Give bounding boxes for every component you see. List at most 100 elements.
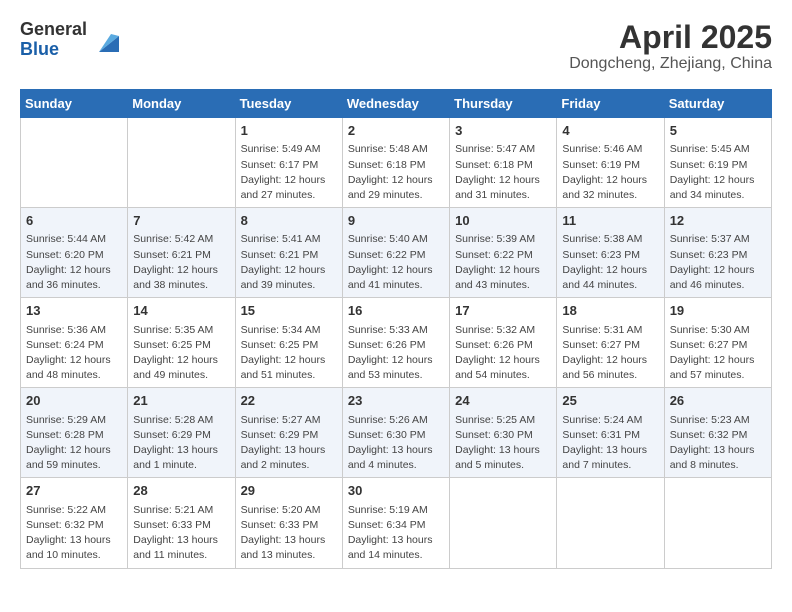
day-info: Sunrise: 5:38 AMSunset: 6:23 PMDaylight:… (562, 232, 658, 293)
calendar-cell: 13 Sunrise: 5:36 AMSunset: 6:24 PMDayligh… (21, 298, 128, 388)
day-number: 12 (670, 212, 766, 230)
calendar-week-4: 20 Sunrise: 5:29 AMSunset: 6:28 PMDayligh… (21, 388, 772, 478)
calendar-cell: 24Sunrise: 5:25 AMSunset: 6:30 PMDayligh… (450, 388, 557, 478)
weekday-header-monday: Monday (128, 90, 235, 118)
day-info: Sunrise: 5:22 AMSunset: 6:32 PMDaylight:… (26, 503, 122, 564)
day-info: Sunrise: 5:42 AMSunset: 6:21 PMDaylight:… (133, 232, 229, 293)
day-number: 15 (241, 302, 337, 320)
day-info: Sunrise: 5:35 AMSunset: 6:25 PMDaylight:… (133, 323, 229, 384)
calendar-cell: 23Sunrise: 5:26 AMSunset: 6:30 PMDayligh… (342, 388, 449, 478)
day-info: Sunrise: 5:34 AMSunset: 6:25 PMDaylight:… (241, 323, 337, 384)
day-number: 17 (455, 302, 551, 320)
calendar-cell (21, 118, 128, 208)
calendar-cell: 5 Sunrise: 5:45 AMSunset: 6:19 PMDaylight… (664, 118, 771, 208)
day-number: 20 (26, 392, 122, 410)
day-number: 11 (562, 212, 658, 230)
day-info: Sunrise: 5:45 AMSunset: 6:19 PMDaylight:… (670, 142, 766, 203)
day-number: 5 (670, 122, 766, 140)
day-info: Sunrise: 5:37 AMSunset: 6:23 PMDaylight:… (670, 232, 766, 293)
day-number: 2 (348, 122, 444, 140)
calendar-cell: 18 Sunrise: 5:31 AMSunset: 6:27 PMDayligh… (557, 298, 664, 388)
calendar-week-1: 1 Sunrise: 5:49 AMSunset: 6:17 PMDaylight… (21, 118, 772, 208)
day-info: Sunrise: 5:39 AMSunset: 6:22 PMDaylight:… (455, 232, 551, 293)
day-number: 1 (241, 122, 337, 140)
day-number: 13 (26, 302, 122, 320)
calendar-cell: 20 Sunrise: 5:29 AMSunset: 6:28 PMDayligh… (21, 388, 128, 478)
day-info: Sunrise: 5:29 AMSunset: 6:28 PMDaylight:… (26, 413, 122, 474)
calendar-cell: 9Sunrise: 5:40 AMSunset: 6:22 PMDaylight… (342, 208, 449, 298)
page-header: General Blue April 2025 Dongcheng, Zheji… (20, 20, 772, 73)
logo-general: General (20, 19, 87, 39)
day-number: 16 (348, 302, 444, 320)
calendar-week-3: 13 Sunrise: 5:36 AMSunset: 6:24 PMDayligh… (21, 298, 772, 388)
calendar-cell: 17Sunrise: 5:32 AMSunset: 6:26 PMDayligh… (450, 298, 557, 388)
calendar-cell: 3Sunrise: 5:47 AMSunset: 6:18 PMDaylight… (450, 118, 557, 208)
day-info: Sunrise: 5:23 AMSunset: 6:32 PMDaylight:… (670, 413, 766, 474)
day-number: 23 (348, 392, 444, 410)
calendar-cell: 22Sunrise: 5:27 AMSunset: 6:29 PMDayligh… (235, 388, 342, 478)
day-number: 10 (455, 212, 551, 230)
calendar-cell: 2 Sunrise: 5:48 AMSunset: 6:18 PMDaylight… (342, 118, 449, 208)
day-number: 7 (133, 212, 229, 230)
calendar-cell: 10 Sunrise: 5:39 AMSunset: 6:22 PMDayligh… (450, 208, 557, 298)
calendar-cell: 1 Sunrise: 5:49 AMSunset: 6:17 PMDaylight… (235, 118, 342, 208)
weekday-header-friday: Friday (557, 90, 664, 118)
day-number: 18 (562, 302, 658, 320)
calendar-cell: 21 Sunrise: 5:28 AMSunset: 6:29 PMDayligh… (128, 388, 235, 478)
day-info: Sunrise: 5:48 AMSunset: 6:18 PMDaylight:… (348, 142, 444, 203)
day-info: Sunrise: 5:24 AMSunset: 6:31 PMDaylight:… (562, 413, 658, 474)
day-number: 29 (241, 482, 337, 500)
day-number: 6 (26, 212, 122, 230)
calendar-cell: 8Sunrise: 5:41 AMSunset: 6:21 PMDaylight… (235, 208, 342, 298)
calendar-cell: 12 Sunrise: 5:37 AMSunset: 6:23 PMDayligh… (664, 208, 771, 298)
title-block: April 2025 Dongcheng, Zhejiang, China (569, 20, 772, 73)
calendar-cell: 25Sunrise: 5:24 AMSunset: 6:31 PMDayligh… (557, 388, 664, 478)
day-number: 27 (26, 482, 122, 500)
day-info: Sunrise: 5:31 AMSunset: 6:27 PMDaylight:… (562, 323, 658, 384)
calendar-cell (557, 478, 664, 568)
day-info: Sunrise: 5:21 AMSunset: 6:33 PMDaylight:… (133, 503, 229, 564)
weekday-header-thursday: Thursday (450, 90, 557, 118)
day-number: 3 (455, 122, 551, 140)
day-number: 30 (348, 482, 444, 500)
calendar-body: 1 Sunrise: 5:49 AMSunset: 6:17 PMDaylight… (21, 118, 772, 568)
calendar-header: SundayMondayTuesdayWednesdayThursdayFrid… (21, 90, 772, 118)
day-number: 28 (133, 482, 229, 500)
calendar-cell: 15 Sunrise: 5:34 AMSunset: 6:25 PMDayligh… (235, 298, 342, 388)
weekday-header-row: SundayMondayTuesdayWednesdayThursdayFrid… (21, 90, 772, 118)
calendar-cell: 6Sunrise: 5:44 AMSunset: 6:20 PMDaylight… (21, 208, 128, 298)
logo: General Blue (20, 20, 123, 60)
weekday-header-wednesday: Wednesday (342, 90, 449, 118)
calendar-cell: 27 Sunrise: 5:22 AMSunset: 6:32 PMDayligh… (21, 478, 128, 568)
day-number: 26 (670, 392, 766, 410)
day-number: 8 (241, 212, 337, 230)
calendar-cell (664, 478, 771, 568)
logo-icon (91, 24, 123, 56)
calendar-cell: 14 Sunrise: 5:35 AMSunset: 6:25 PMDayligh… (128, 298, 235, 388)
calendar-cell: 4 Sunrise: 5:46 AMSunset: 6:19 PMDaylight… (557, 118, 664, 208)
day-info: Sunrise: 5:28 AMSunset: 6:29 PMDaylight:… (133, 413, 229, 474)
logo-blue: Blue (20, 39, 59, 59)
calendar-cell: 7 Sunrise: 5:42 AMSunset: 6:21 PMDaylight… (128, 208, 235, 298)
calendar-week-2: 6Sunrise: 5:44 AMSunset: 6:20 PMDaylight… (21, 208, 772, 298)
day-info: Sunrise: 5:36 AMSunset: 6:24 PMDaylight:… (26, 323, 122, 384)
calendar-cell: 19 Sunrise: 5:30 AMSunset: 6:27 PMDayligh… (664, 298, 771, 388)
day-info: Sunrise: 5:46 AMSunset: 6:19 PMDaylight:… (562, 142, 658, 203)
day-info: Sunrise: 5:19 AMSunset: 6:34 PMDaylight:… (348, 503, 444, 564)
weekday-header-saturday: Saturday (664, 90, 771, 118)
day-number: 14 (133, 302, 229, 320)
day-info: Sunrise: 5:30 AMSunset: 6:27 PMDaylight:… (670, 323, 766, 384)
day-info: Sunrise: 5:49 AMSunset: 6:17 PMDaylight:… (241, 142, 337, 203)
day-number: 22 (241, 392, 337, 410)
day-number: 4 (562, 122, 658, 140)
day-number: 19 (670, 302, 766, 320)
calendar-cell: 28 Sunrise: 5:21 AMSunset: 6:33 PMDayligh… (128, 478, 235, 568)
day-number: 21 (133, 392, 229, 410)
page-subtitle: Dongcheng, Zhejiang, China (569, 55, 772, 73)
calendar-table: SundayMondayTuesdayWednesdayThursdayFrid… (20, 89, 772, 568)
weekday-header-sunday: Sunday (21, 90, 128, 118)
calendar-cell: 11 Sunrise: 5:38 AMSunset: 6:23 PMDayligh… (557, 208, 664, 298)
calendar-cell: 26 Sunrise: 5:23 AMSunset: 6:32 PMDayligh… (664, 388, 771, 478)
calendar-cell: 30 Sunrise: 5:19 AMSunset: 6:34 PMDayligh… (342, 478, 449, 568)
page-title: April 2025 (569, 20, 772, 55)
